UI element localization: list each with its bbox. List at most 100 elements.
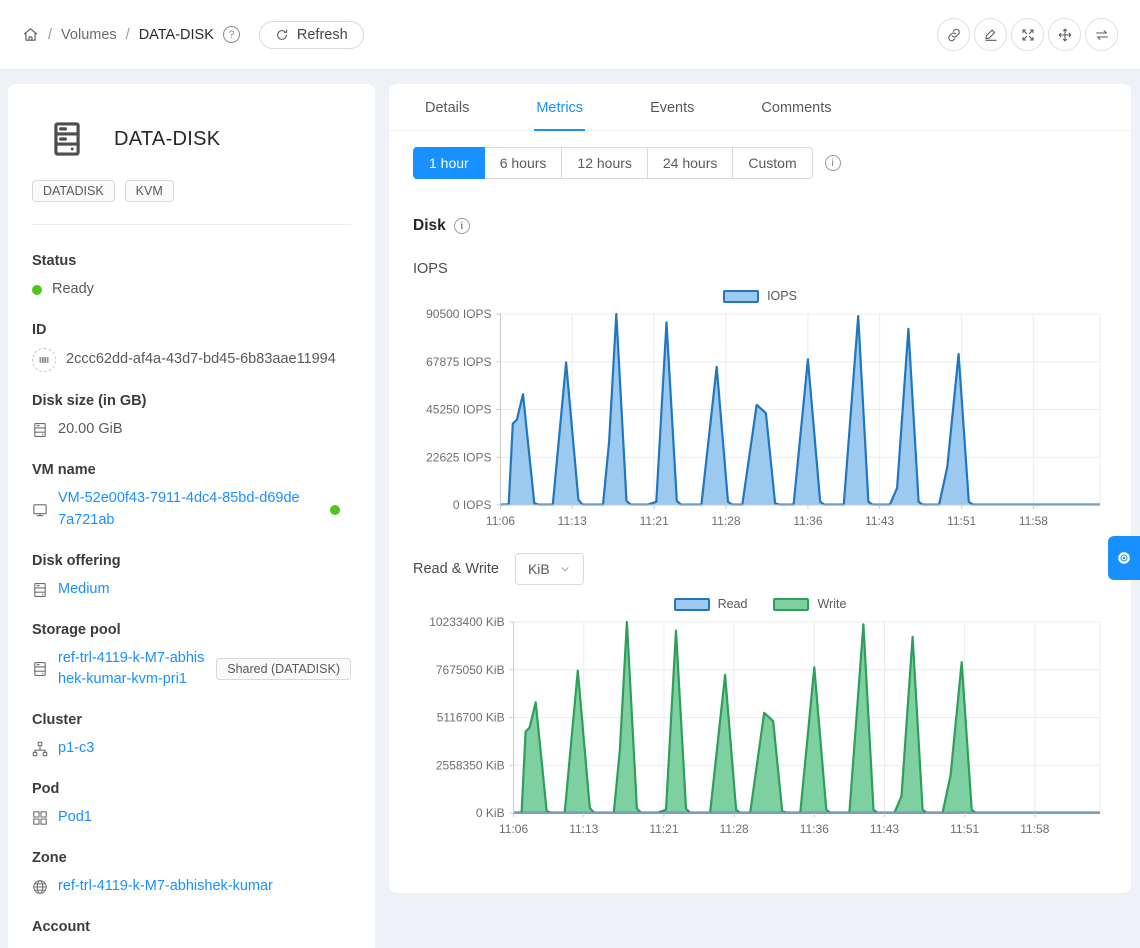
field-value: ref-trl-4119-k-M7-abhishek-kumar-kvm-pri… <box>32 648 351 692</box>
help-icon[interactable]: ? <box>223 26 240 43</box>
iops-chart-title: IOPS <box>413 261 1107 277</box>
volume-title: DATA-DISK <box>114 128 220 151</box>
field-value-text[interactable]: ref-trl-4119-k-M7-abhishek-kumar-kvm-pri… <box>58 648 206 692</box>
legend-swatch <box>723 290 759 303</box>
field-value-text[interactable]: ref-trl-4119-k-M7-abhishek-kumar <box>58 876 273 898</box>
svg-text:11:28: 11:28 <box>720 822 749 836</box>
swap-icon <box>1094 27 1110 43</box>
volume-badges: DATADISKKVM <box>32 180 351 202</box>
legend-item-iops[interactable]: IOPS <box>723 289 797 303</box>
field-id: ID2ccc62dd-af4a-43d7-bd45-6b83aae11994 <box>32 320 351 372</box>
home-icon[interactable] <box>22 26 39 43</box>
breadcrumb-volumes[interactable]: Volumes <box>61 27 117 43</box>
rw-header-row: Read & Write KiB <box>413 553 1107 585</box>
breadcrumb-current: DATA-DISK <box>139 27 214 43</box>
field-label: VM name <box>32 460 351 480</box>
field-disk-offering: Disk offering Medium <box>32 551 351 601</box>
action-link-button[interactable] <box>937 18 970 51</box>
disk-info-icon[interactable]: i <box>454 218 470 234</box>
svg-text:11:06: 11:06 <box>486 514 515 528</box>
time-range-row: 1 hour6 hours12 hours24 hoursCustom i <box>413 147 1107 179</box>
svg-text:7675050 KiB: 7675050 KiB <box>436 663 505 677</box>
refresh-button[interactable]: Refresh <box>259 21 364 49</box>
appstore-icon <box>32 810 48 826</box>
tab-comments[interactable]: Comments <box>759 84 833 131</box>
field-value: VM-52e00f43-7911-4dc4-85bd-d69de7a721ab <box>32 488 351 532</box>
field-value-text[interactable]: Medium <box>58 579 110 601</box>
status-dot <box>32 285 42 295</box>
svg-text:5116700 KiB: 5116700 KiB <box>437 711 505 725</box>
svg-text:11:06: 11:06 <box>499 822 528 836</box>
page-header: / Volumes / DATA-DISK ? Refresh <box>0 0 1140 70</box>
field-value-text[interactable]: VM-52e00f43-7911-4dc4-85bd-d69de7a721ab <box>58 488 306 532</box>
field-label: Account <box>32 917 351 937</box>
field-label: Disk size (in GB) <box>32 391 351 411</box>
tab-events[interactable]: Events <box>648 84 696 131</box>
rw-chart-title: Read & Write <box>413 561 499 577</box>
barcode-icon <box>32 348 56 372</box>
field-value: Pod1 <box>32 807 351 829</box>
refresh-label: Refresh <box>297 27 348 43</box>
field-value-text[interactable]: Pod1 <box>58 807 92 829</box>
time-range-6-hours[interactable]: 6 hours <box>484 147 563 179</box>
svg-text:11:36: 11:36 <box>793 514 822 528</box>
time-range-1-hour[interactable]: 1 hour <box>413 147 485 179</box>
svg-text:67875 IOPS: 67875 IOPS <box>426 355 491 369</box>
chevron-down-icon <box>559 563 571 575</box>
unit-select-value: KiB <box>528 561 550 577</box>
action-move-button[interactable] <box>1048 18 1081 51</box>
action-swap-button[interactable] <box>1085 18 1118 51</box>
legend-item-write[interactable]: Write <box>773 597 846 611</box>
rw-chart: 0 KiB2558350 KiB5116700 KiB7675050 KiB10… <box>413 615 1107 841</box>
unit-select[interactable]: KiB <box>515 553 584 585</box>
gear-icon <box>1115 549 1133 567</box>
globe-icon <box>32 879 48 895</box>
hdd-icon <box>32 582 48 598</box>
field-value-text[interactable]: p1-c3 <box>58 738 94 760</box>
field-label: Zone <box>32 848 351 868</box>
field-value: 2ccc62dd-af4a-43d7-bd45-6b83aae11994 <box>32 348 351 372</box>
field-value: p1-c3 <box>32 738 351 760</box>
reload-icon <box>275 28 289 42</box>
time-range-24-hours[interactable]: 24 hours <box>647 147 733 179</box>
iops-legend: IOPS <box>389 287 1131 305</box>
svg-text:11:36: 11:36 <box>800 822 829 836</box>
iops-chart-block: IOPS IOPS 0 IOPS22625 IOPS45250 IOPS6787… <box>389 261 1131 533</box>
app-root: / Volumes / DATA-DISK ? Refresh DATA-DIS… <box>0 0 1140 948</box>
tab-details[interactable]: Details <box>423 84 471 131</box>
legend-swatch <box>773 598 809 611</box>
field-label: Disk offering <box>32 551 351 571</box>
volume-badge: KVM <box>125 180 174 202</box>
field-value: Medium <box>32 579 351 601</box>
desktop-icon <box>32 502 48 518</box>
fullscreen-icon <box>1020 27 1036 43</box>
field-value-text: 20.00 GiB <box>58 419 123 441</box>
field-value: ref-trl-4119-k-M7-abhishek-kumar <box>32 876 351 898</box>
action-fullscreen-button[interactable] <box>1011 18 1044 51</box>
legend-swatch <box>674 598 710 611</box>
field-vm-name: VM name VM-52e00f43-7911-4dc4-85bd-d69de7… <box>32 460 351 532</box>
svg-text:11:21: 11:21 <box>649 822 678 836</box>
disk-section-title: Disk i <box>413 217 1107 235</box>
time-range-custom[interactable]: Custom <box>732 147 812 179</box>
legend-item-read[interactable]: Read <box>674 597 748 611</box>
time-range-12-hours[interactable]: 12 hours <box>561 147 647 179</box>
time-range-info-icon[interactable]: i <box>825 155 841 171</box>
hdd-icon <box>32 422 48 438</box>
svg-text:11:21: 11:21 <box>640 514 669 528</box>
breadcrumb-separator: / <box>126 27 130 43</box>
action-edit-button[interactable] <box>974 18 1007 51</box>
settings-gear-button[interactable] <box>1108 536 1140 580</box>
svg-text:2558350 KiB: 2558350 KiB <box>436 758 505 772</box>
volume-header: DATA-DISK <box>32 108 351 158</box>
field-pod: Pod Pod1 <box>32 779 351 829</box>
tab-metrics[interactable]: Metrics <box>534 84 585 131</box>
field-label: Pod <box>32 779 351 799</box>
field-value: Ready <box>32 279 351 301</box>
svg-text:45250 IOPS: 45250 IOPS <box>426 403 491 417</box>
content: DATA-DISK DATADISKKVM StatusReady ID2ccc6… <box>0 70 1140 948</box>
breadcrumb-separator: / <box>48 27 52 43</box>
field-account: Accountadmin <box>32 917 351 948</box>
field-disk-size-in-gb: Disk size (in GB) 20.00 GiB <box>32 391 351 441</box>
field-status: StatusReady <box>32 251 351 301</box>
